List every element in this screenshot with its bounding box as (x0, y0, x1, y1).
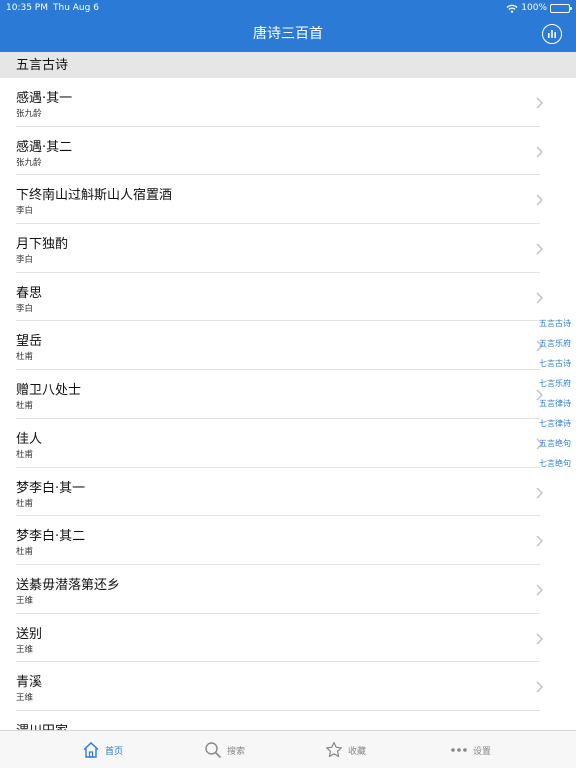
chevron-right-icon (536, 681, 544, 693)
section-header: 五言古诗 (0, 52, 576, 78)
poem-row[interactable]: 青溪 王维 (0, 662, 576, 711)
poem-title: 感遇·其二 (16, 139, 73, 155)
poem-author: 王维 (16, 644, 34, 655)
poem-row[interactable]: 送别 王维 (0, 614, 576, 663)
index-item[interactable]: 七言古诗 (536, 354, 574, 374)
poem-row[interactable]: 月下独酌 李白 (0, 224, 576, 273)
poem-row[interactable]: 感遇·其一张九龄 (0, 78, 576, 127)
poem-author: 杜甫 (16, 401, 34, 412)
poem-author: 李白 (16, 303, 34, 314)
index-item[interactable]: 五言绝句 (536, 434, 574, 454)
chevron-right-icon (536, 584, 544, 596)
poem-title: 月下独酌 (16, 237, 69, 253)
chevron-right-icon (536, 633, 544, 645)
chevron-right-icon (536, 486, 544, 499)
chevron-right-icon (536, 292, 544, 304)
tab-star[interactable]: 收藏 (325, 731, 366, 768)
poem-row[interactable]: 送綦毋潜落第还乡王维 (0, 565, 576, 614)
more-icon (450, 741, 468, 759)
chevron-right-icon (536, 243, 544, 255)
tab-bar: 首页 搜索 收藏 设置 (0, 730, 576, 768)
poem-author: 张九龄 (16, 109, 42, 119)
poem-author: 张九龄 (16, 157, 42, 168)
poem-row[interactable]: 赠卫八处士 杜甫 (0, 370, 576, 419)
status-right: 100% (506, 0, 572, 16)
poem-title: 感遇·其一 (16, 91, 73, 106)
poem-author: 杜甫 (16, 547, 34, 558)
tab-more[interactable]: 设置 (450, 731, 491, 768)
poem-row[interactable]: 感遇·其二张九龄 (0, 127, 576, 176)
chevron-right-icon (536, 535, 544, 547)
tab-label: 收藏 (348, 746, 367, 757)
poem-title: 送别 (16, 626, 43, 642)
poem-title: 梦李白·其一 (16, 480, 86, 496)
battery-percent: 100% (521, 3, 547, 13)
index-item[interactable]: 七言乐府 (536, 374, 574, 394)
tab-label: 搜索 (227, 746, 246, 757)
poem-author: 王维 (16, 595, 34, 606)
navigation-bar: 10:35 PM Thu Aug 6 100% 唐诗三百首 (0, 0, 576, 52)
poem-row[interactable]: 春思 李白 (0, 273, 576, 322)
tab-label: 设置 (473, 746, 492, 757)
poem-row[interactable]: 望岳 杜甫 (0, 321, 576, 370)
poem-title: 望岳 (16, 334, 43, 350)
index-item[interactable]: 七言绝句 (536, 454, 574, 474)
section-index[interactable]: 五言古诗 五言乐府 七言古诗 七言乐府 五言律诗 七言律诗 五言绝句 七言绝句 (536, 314, 574, 474)
status-time: 10:35 PM (6, 3, 48, 13)
index-item[interactable]: 五言乐府 (536, 334, 574, 354)
poem-row[interactable]: 梦李白·其二杜甫 (0, 516, 576, 565)
search-icon (204, 741, 222, 759)
poem-author: 李白 (16, 206, 34, 217)
poem-title: 渭川田家 (16, 720, 68, 730)
chevron-right-icon (536, 146, 544, 158)
poem-title: 青溪 (16, 675, 43, 691)
poem-title: 送綦毋潜落第还乡 (16, 577, 121, 593)
stats-button[interactable] (542, 24, 562, 44)
wifi-icon (506, 4, 518, 13)
home-icon (82, 741, 100, 759)
chevron-right-icon (536, 97, 544, 109)
chevron-right-icon (536, 194, 544, 206)
poem-author: 杜甫 (16, 352, 34, 363)
poem-title: 梦李白·其二 (16, 529, 86, 545)
poem-row[interactable]: 下终南山过斛斯山人宿置酒李白 (0, 175, 576, 224)
poem-author: 杜甫 (16, 498, 34, 509)
status-bar: 10:35 PM Thu Aug 6 100% (0, 0, 576, 16)
index-item[interactable]: 七言律诗 (536, 414, 574, 434)
poem-title: 赠卫八处士 (16, 383, 82, 399)
tab-home[interactable]: 首页 (82, 731, 123, 768)
index-item[interactable]: 五言古诗 (536, 314, 574, 334)
page-title: 唐诗三百首 (253, 26, 323, 42)
poem-title: 佳人 (16, 431, 43, 447)
battery-icon (550, 3, 572, 13)
poem-title: 春思 (16, 285, 43, 301)
status-date: Thu Aug 6 (53, 3, 99, 13)
index-item[interactable]: 五言律诗 (536, 394, 574, 414)
bar-chart-icon (548, 30, 556, 38)
poem-row[interactable]: 佳人 杜甫 (0, 419, 576, 468)
poem-row[interactable]: 渭川田家 (0, 711, 576, 730)
poem-title: 下终南山过斛斯山人宿置酒 (16, 188, 173, 204)
poem-author: 杜甫 (16, 449, 34, 460)
poem-row[interactable]: 梦李白·其一杜甫 (0, 468, 576, 517)
tab-label: 首页 (105, 746, 124, 757)
poem-author: 李白 (16, 255, 34, 266)
star-icon (325, 741, 343, 759)
poem-list[interactable]: 感遇·其一 张九龄 感遇·其二 张九龄 下终南山过斛斯山人宿置酒 李白 月下独酌 李白 春思 李白… (0, 78, 576, 730)
tab-search[interactable]: 搜索 (204, 731, 245, 768)
poem-author: 王维 (16, 693, 34, 704)
